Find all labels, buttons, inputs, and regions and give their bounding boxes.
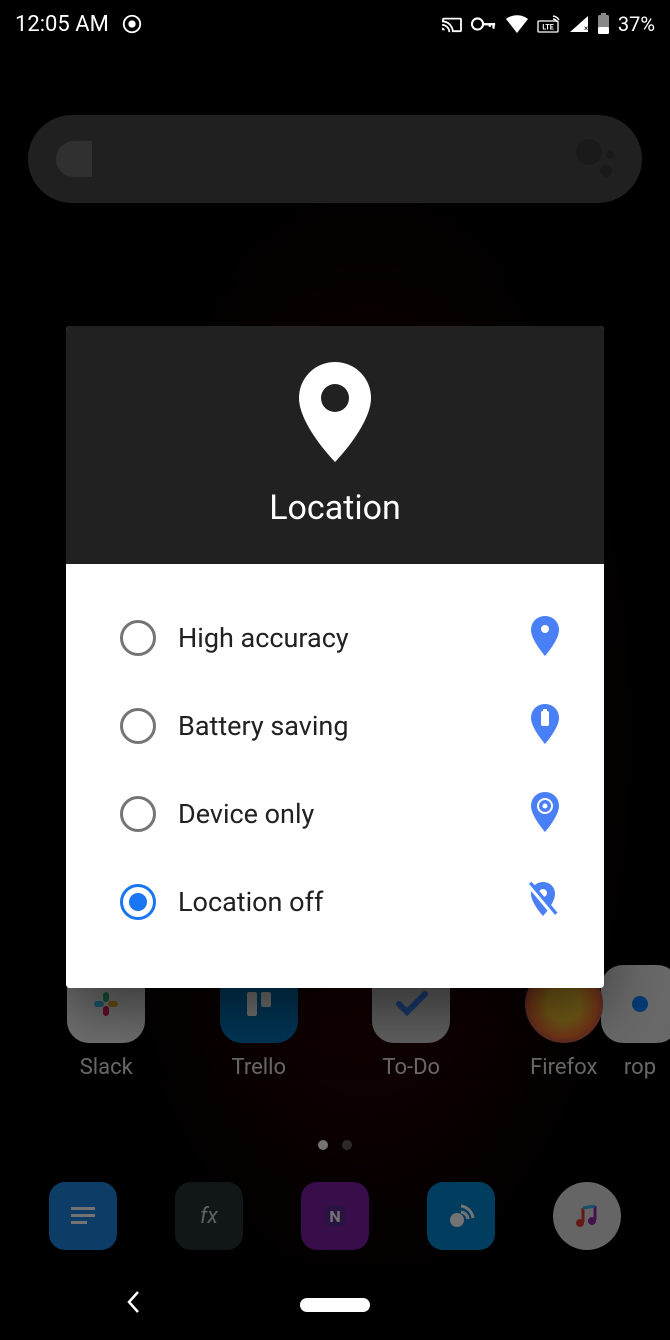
volte-icon: LTE	[537, 15, 561, 33]
signal-icon: ×	[569, 15, 589, 33]
cast-icon	[441, 15, 463, 33]
location-pin-icon	[530, 616, 560, 660]
option-label: Device only	[178, 798, 508, 830]
dialog-header: Location	[66, 326, 604, 564]
dialog-body: High accuracy Battery saving Device only…	[66, 564, 604, 988]
option-label: Battery saving	[178, 710, 508, 742]
option-high-accuracy[interactable]: High accuracy	[66, 594, 604, 682]
dialog-title: Location	[269, 488, 401, 528]
notification-icon	[121, 13, 143, 35]
location-dialog: Location High accuracy Battery saving De…	[66, 326, 604, 988]
radio-checked	[120, 884, 156, 920]
radio-unchecked	[120, 796, 156, 832]
svg-text:×: ×	[584, 24, 588, 33]
option-label: High accuracy	[178, 622, 508, 654]
svg-text:LTE: LTE	[542, 24, 553, 32]
option-device-only[interactable]: Device only	[66, 770, 604, 858]
radio-unchecked	[120, 708, 156, 744]
battery-percentage: 37%	[618, 12, 655, 36]
gps-pin-icon	[530, 792, 560, 836]
navigation-bar	[0, 1270, 670, 1340]
wifi-icon	[505, 14, 529, 34]
back-button[interactable]	[125, 1288, 143, 1322]
status-bar: 12:05 AM LTE × 37%	[0, 0, 670, 48]
clock: 12:05 AM	[15, 12, 109, 37]
vpn-icon	[471, 16, 497, 32]
battery-icon	[597, 13, 610, 35]
radio-unchecked	[120, 620, 156, 656]
option-battery-saving[interactable]: Battery saving	[66, 682, 604, 770]
location-pin-icon	[287, 362, 383, 474]
option-label: Location off	[178, 886, 504, 918]
location-off-icon	[526, 880, 560, 924]
home-pill[interactable]	[300, 1298, 370, 1312]
battery-pin-icon	[530, 704, 560, 748]
option-location-off[interactable]: Location off	[66, 858, 604, 946]
